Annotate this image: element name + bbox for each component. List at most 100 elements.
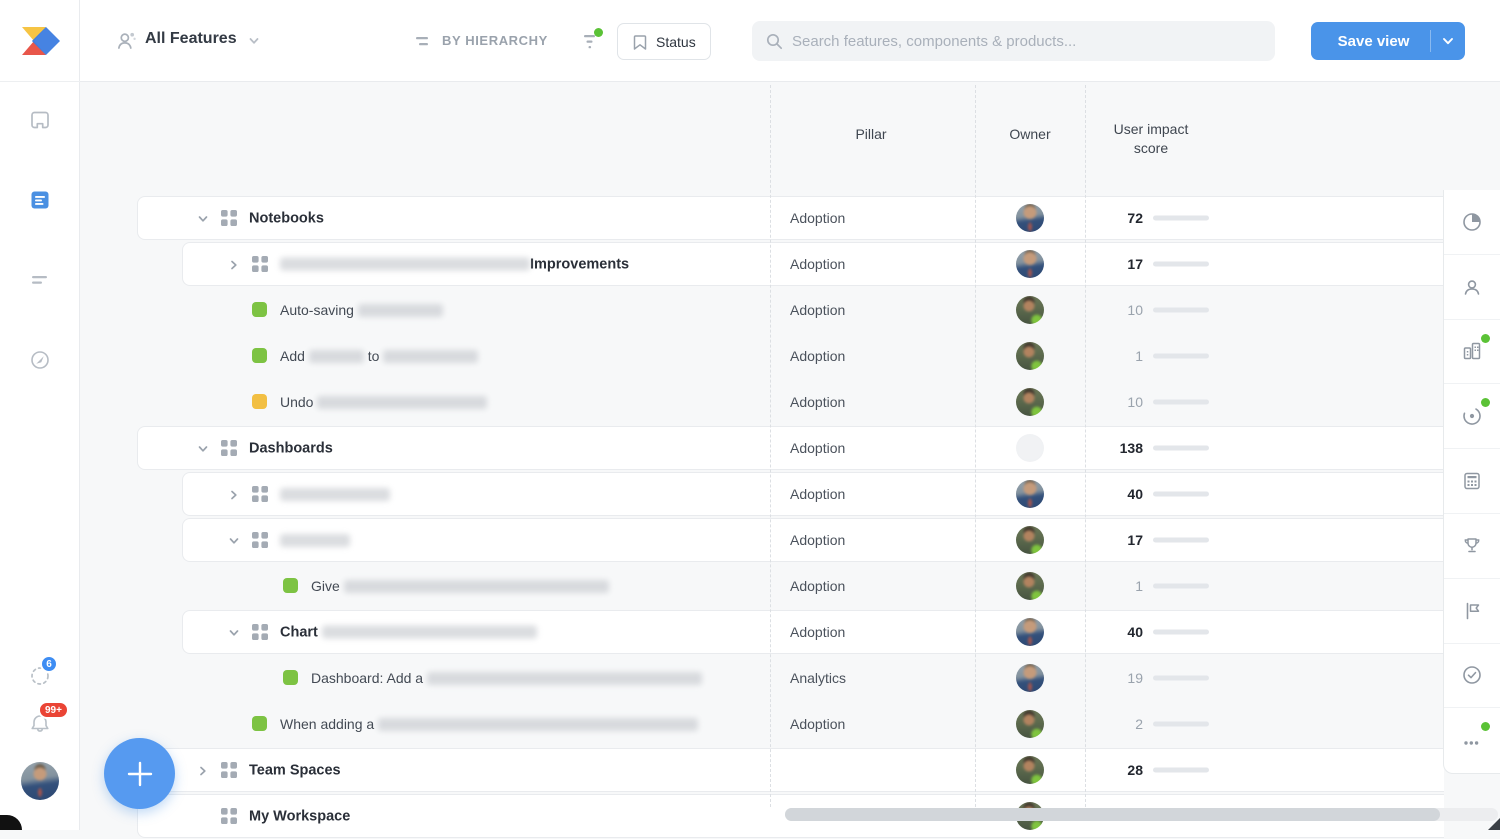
pillar-cell[interactable]: Adoption [790,394,845,410]
owner-avatar[interactable] [1016,526,1044,554]
user-avatar[interactable] [21,762,59,800]
panel-item-flag[interactable] [1444,579,1500,644]
hierarchy-icon[interactable] [414,32,436,52]
pillar-cell[interactable]: Adoption [790,348,845,364]
owner-avatar[interactable] [1016,756,1044,784]
row-name[interactable]: Undo [280,394,487,410]
table-row[interactable]: Notebooks Adoption 72 [80,195,1500,241]
activity-icon[interactable]: 6 [28,663,52,687]
pillar-cell[interactable]: Adoption [790,210,845,226]
row-name[interactable]: Team Spaces [249,762,341,779]
pillar-cell[interactable]: Adoption [790,532,845,548]
row-name[interactable] [280,532,350,548]
panel-item-more-dots[interactable] [1444,708,1500,773]
expand-chevron-icon[interactable] [228,258,240,270]
user-impact-score-value: 1 [1063,578,1143,594]
sidebar-item-features[interactable] [28,188,52,212]
horizontal-scrollbar-track[interactable] [785,808,1498,821]
collapse-chevron-icon[interactable] [197,442,209,454]
row-name[interactable]: Dashboard: Add a [311,670,702,686]
search-box[interactable] [752,21,1275,61]
panel-item-trophy[interactable] [1444,514,1500,579]
owner-avatar[interactable] [1016,618,1044,646]
row-name[interactable]: Add to [280,348,478,364]
app-logo[interactable] [0,0,80,82]
table-row[interactable]: DashboardsAdoption138 [80,425,1500,471]
expand-chevron-icon[interactable] [197,764,209,776]
owner-avatar[interactable] [1016,664,1044,692]
table-row[interactable]: Give Adoption 1 [80,563,1500,609]
owner-avatar[interactable] [1016,342,1044,370]
owner-avatar[interactable] [1016,388,1044,416]
owner-avatar[interactable] [1016,204,1044,232]
status-button[interactable]: Status [617,23,711,60]
pillar-cell[interactable]: Adoption [790,486,845,502]
table-row[interactable]: Auto-saving Adoption10 [80,287,1500,333]
row-name[interactable]: Give [311,578,609,594]
table-row[interactable]: Dashboard: Add a Analytics19 [80,655,1500,701]
row-name[interactable]: Improvements [280,256,629,273]
group-mode-label[interactable]: BY HIERARCHY [442,33,548,48]
row-name[interactable]: Auto-saving [280,302,443,318]
user-impact-score-bar [1153,676,1209,681]
panel-item-calculator[interactable] [1444,449,1500,514]
sidebar-item-launch[interactable] [28,348,52,372]
panel-item-segment[interactable] [1444,384,1500,449]
row-name[interactable]: My Workspace [249,808,350,825]
row-name[interactable]: When adding a [280,716,698,732]
pillar-cell[interactable]: Adoption [790,256,845,272]
view-title-caret-icon[interactable] [248,36,260,46]
row-name[interactable]: Chart [280,624,537,641]
user-icon [1460,275,1484,299]
owner-avatar[interactable] [1016,434,1044,462]
user-impact-score-value: 40 [1063,486,1143,502]
search-input[interactable] [792,33,1232,50]
owner-avatar[interactable] [1016,296,1044,324]
sidebar-item-portal[interactable] [28,108,52,132]
table-row[interactable]: Chart Adoption40 [80,609,1500,655]
add-feature-fab-button[interactable] [104,738,175,809]
pillar-cell[interactable]: Adoption [790,716,845,732]
pillar-cell[interactable]: Adoption [790,578,845,594]
collapse-chevron-icon[interactable] [197,212,209,224]
user-impact-score-value: 72 [1063,210,1143,226]
owner-avatar[interactable] [1016,710,1044,738]
row-name[interactable]: Dashboards [249,440,333,457]
pillar-cell[interactable]: Adoption [790,624,845,640]
table-row[interactable]: Adoption 40 [80,471,1500,517]
component-grid-icon [252,532,268,548]
row-name[interactable]: Notebooks [249,210,324,227]
owner-avatar[interactable] [1016,480,1044,508]
column-header-user-impact-score[interactable]: User impact score [1096,120,1206,158]
owner-avatar[interactable] [1016,572,1044,600]
panel-item-user[interactable] [1444,255,1500,320]
pillar-cell[interactable]: Adoption [790,302,845,318]
table-row[interactable]: Team Spaces28 [80,747,1500,793]
roadmap-icon [28,268,52,292]
pillar-cell[interactable]: Analytics [790,670,846,686]
column-header-owner[interactable]: Owner [1009,126,1050,142]
user-impact-score-bar [1153,492,1209,497]
horizontal-scrollbar-thumb[interactable] [785,808,1440,821]
collapse-chevron-icon[interactable] [228,534,240,546]
save-view-caret-icon[interactable] [1431,37,1465,46]
panel-item-check-circle[interactable] [1444,644,1500,709]
panel-item-company[interactable] [1444,320,1500,385]
column-header-pillar[interactable]: Pillar [855,126,886,142]
table-row[interactable]: ImprovementsAdoption17 [80,241,1500,287]
owner-avatar[interactable] [1016,250,1044,278]
notifications-bell-icon[interactable]: 99+ [28,711,52,735]
table-row[interactable]: Add to Adoption1 [80,333,1500,379]
save-view-button[interactable]: Save view [1311,22,1465,60]
collapse-chevron-icon[interactable] [228,626,240,638]
row-name[interactable] [280,486,390,502]
table-row[interactable]: When adding a Adoption2 [80,701,1500,747]
table-row[interactable]: Adoption17 [80,517,1500,563]
panel-item-pie-chart[interactable] [1444,190,1500,255]
pillar-cell[interactable]: Adoption [790,440,845,456]
view-title[interactable]: All Features [145,30,237,48]
launch-icon [28,348,52,372]
sidebar-item-roadmap[interactable] [28,268,52,292]
table-row[interactable]: Undo Adoption10 [80,379,1500,425]
expand-chevron-icon[interactable] [228,488,240,500]
